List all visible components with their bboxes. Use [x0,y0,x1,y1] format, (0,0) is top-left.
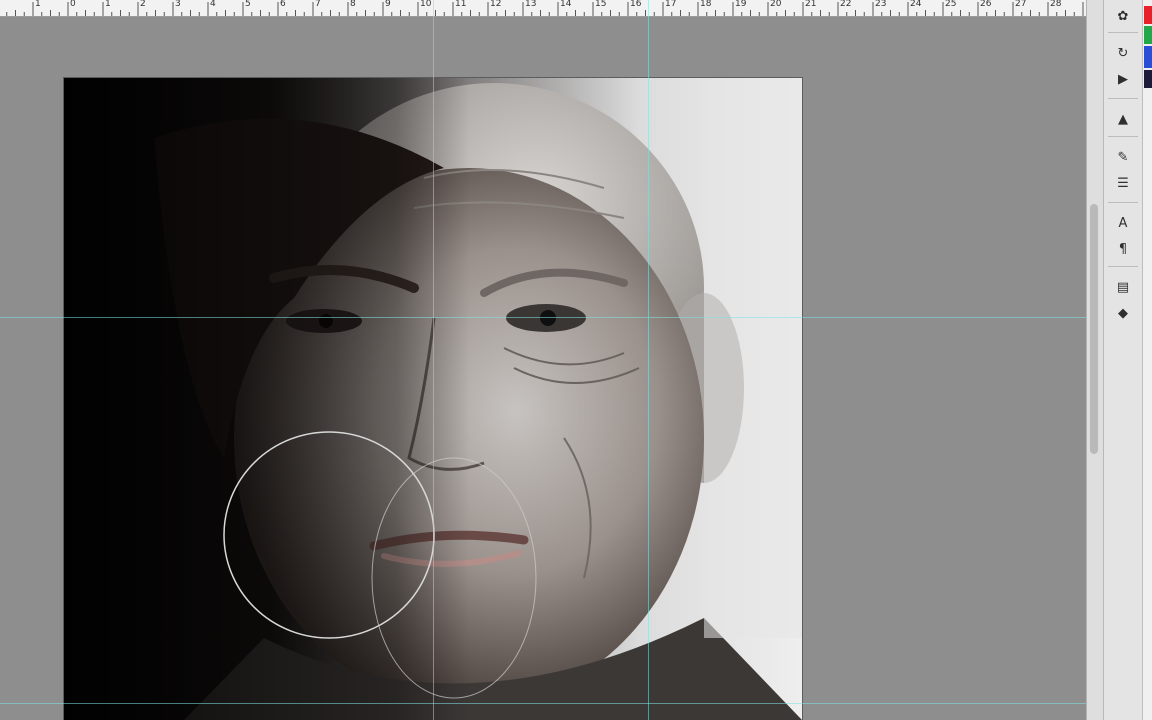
ruler-label: 28 [1050,0,1062,9]
guide-horizontal-2[interactable] [0,703,1086,704]
ruler-label: 2 [140,0,146,9]
guide-horizontal-1[interactable] [0,317,1086,318]
ruler-label: 17 [665,0,677,9]
ruler-label: 22 [840,0,852,9]
ruler-label: 14 [560,0,572,9]
ruler-label: 1 [35,0,41,9]
guide-vertical-1[interactable] [433,0,434,720]
scroll-thumb[interactable] [1090,204,1098,454]
ruler-label: 11 [455,0,467,9]
ruler-label: 16 [630,0,642,9]
guide-vertical-2[interactable] [648,0,649,720]
histogram-icon[interactable]: ▲ [1112,108,1134,130]
ruler-label: 7 [315,0,321,9]
swatch-green[interactable] [1144,26,1152,44]
ruler-label: 4 [210,0,216,9]
dock-divider [1108,32,1138,33]
3d-cube-icon[interactable]: ◆ [1112,302,1134,324]
color-wheel-icon[interactable]: ✿ [1112,5,1134,27]
ruler-label: 5 [245,0,251,9]
swatch-dark[interactable] [1144,70,1152,88]
panel-dock: ✿ ↻ ▶ ▲ ✎ ☰ A ¶ ▤ ◆ [1103,0,1142,720]
ruler-label: 3 [175,0,181,9]
brush-preset-icon[interactable]: ✎ [1112,146,1134,168]
ruler-label: 15 [595,0,607,9]
ruler-label: 8 [350,0,356,9]
swatch-red[interactable] [1144,6,1152,24]
ruler-label: 27 [1015,0,1027,9]
ruler-label: 6 [280,0,286,9]
swatch-blue[interactable] [1144,46,1152,68]
ruler-label: 23 [875,0,887,9]
layer-comps-icon[interactable]: ▤ [1112,276,1134,298]
ruler-label: 13 [525,0,537,9]
character-text-icon[interactable]: A [1112,212,1134,234]
swatches-strip [1142,0,1152,720]
ruler-label: 18 [700,0,712,9]
play-action-icon[interactable]: ▶ [1112,68,1134,90]
ruler-label: 21 [805,0,817,9]
ruler-label: 9 [385,0,391,9]
ruler-label: 12 [490,0,502,9]
vertical-scrollbar[interactable] [1086,0,1103,720]
ruler-label: 25 [945,0,957,9]
ruler-label: 0 [70,0,76,9]
ruler-label: 10 [420,0,432,9]
dock-divider [1108,202,1138,203]
dock-divider [1108,266,1138,267]
history-brush-icon[interactable]: ↻ [1112,42,1134,64]
dock-divider [1108,98,1138,99]
ruler-label: 19 [735,0,747,9]
adjustments-sliders-icon[interactable]: ☰ [1112,172,1134,194]
paragraph-icon[interactable]: ¶ [1112,238,1134,260]
ruler-label: 24 [910,0,922,9]
dock-divider [1108,136,1138,137]
ruler-label: 20 [770,0,782,9]
ruler-label: 26 [980,0,992,9]
ruler-label: 1 [105,0,111,9]
ruler-ticks [6,2,1084,16]
photo-editor-window: 1 0 1 2 3 4 5 6 7 8 9 10 11 12 13 14 15 16 17 18 19 20 21 22 23 2… [0,0,1152,720]
horizontal-ruler[interactable]: 1 0 1 2 3 4 5 6 7 8 9 10 11 12 13 14 15 16 17 18 19 20 21 22 23 2… [0,0,1086,17]
